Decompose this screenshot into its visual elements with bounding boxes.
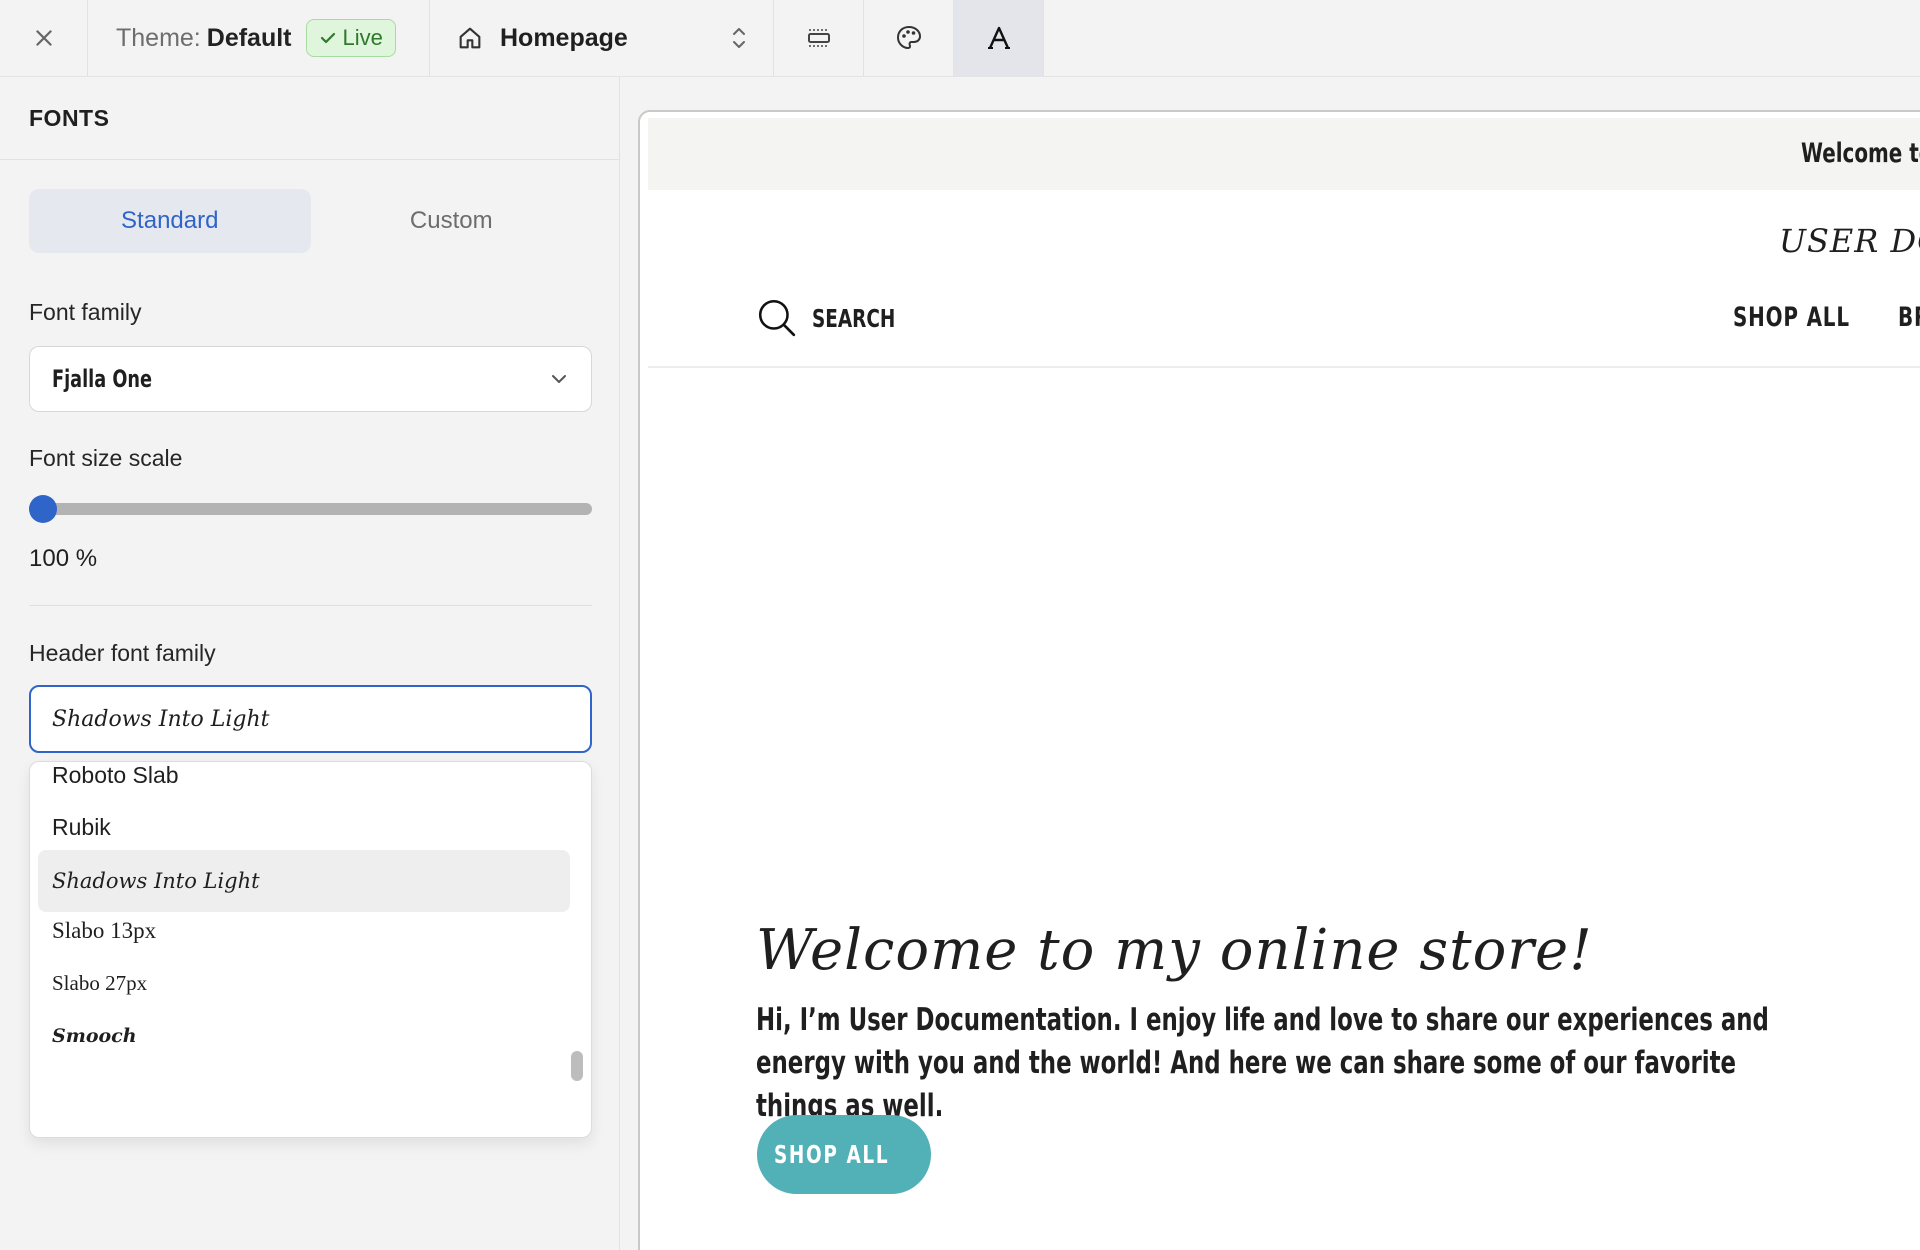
- theme-indicator: Theme: Default Live: [88, 0, 430, 76]
- header-font-family-input[interactable]: Shadows Into Light: [29, 685, 592, 753]
- font-size-scale-label: Font size scale: [29, 445, 183, 471]
- nav-search-label: SEARCH: [812, 303, 896, 333]
- hero-title: Welcome to my online store!: [756, 918, 1593, 983]
- font-size-slider-thumb[interactable]: [29, 495, 57, 523]
- chevron-down-icon: [552, 375, 566, 383]
- typography-icon: [987, 26, 1010, 49]
- nav-shop-all-label: SHOP ALL: [1733, 302, 1850, 333]
- check-icon: [320, 32, 335, 44]
- page-name: Homepage: [500, 23, 628, 52]
- store-preview: Welcome to USER DOCU SEARCH SHOP ALL BR …: [638, 110, 1920, 1250]
- layout-button[interactable]: [774, 0, 864, 76]
- announcement-text: Welcome to: [1801, 138, 1920, 169]
- hero-text: Hi, I’m User Documentation. I enjoy life…: [756, 999, 1776, 1128]
- font-family-label: Font family: [29, 299, 142, 325]
- hero-paragraph: Hi, I’m User Documentation. I enjoy life…: [756, 1002, 1769, 1124]
- fonts-panel: FONTS Standard Custom Font family Fjalla…: [0, 77, 620, 1250]
- theme-label: Theme:: [116, 23, 201, 52]
- dropdown-scrollbar[interactable]: [571, 1051, 583, 1081]
- nav-divider: [648, 366, 1920, 368]
- colors-button[interactable]: [864, 0, 954, 76]
- nav-shop-all[interactable]: SHOP ALL: [1733, 302, 1875, 333]
- font-family-value: Fjalla One: [52, 365, 153, 393]
- font-option-rubik[interactable]: Rubik: [38, 796, 570, 858]
- up-down-chevron-icon: [733, 28, 745, 48]
- nav-item-partial[interactable]: BR: [1898, 302, 1920, 333]
- header-font-dropdown: Roboto Slab Rubik Shadows Into Light Sla…: [29, 761, 592, 1138]
- tab-standard[interactable]: Standard: [29, 189, 311, 253]
- layout-icon: [807, 29, 830, 47]
- hero-shop-all-button[interactable]: SHOP ALL: [757, 1115, 931, 1194]
- panel-title: FONTS: [0, 77, 619, 160]
- divider: [29, 605, 592, 606]
- nav-partial-label: BR: [1898, 302, 1920, 333]
- top-toolbar: Theme: Default Live Homepage: [0, 0, 1920, 77]
- palette-icon: [896, 25, 921, 50]
- home-icon: [456, 24, 484, 52]
- store-logo[interactable]: USER DOCU: [1779, 222, 1920, 260]
- theme-name: Default: [206, 23, 292, 52]
- header-font-family-label: Header font family: [29, 640, 216, 666]
- live-label: Live: [342, 25, 383, 50]
- tab-custom[interactable]: Custom: [311, 189, 593, 253]
- hero-button-label: SHOP ALL: [773, 1140, 889, 1169]
- search-icon: [758, 299, 796, 337]
- page-selector[interactable]: Homepage: [430, 0, 774, 76]
- fonts-button[interactable]: [954, 0, 1044, 76]
- nav-search[interactable]: SEARCH: [756, 297, 914, 339]
- announcement-bar: Welcome to: [648, 118, 1920, 190]
- font-type-tabs: Standard Custom: [29, 189, 592, 253]
- font-family-select[interactable]: Fjalla One: [29, 346, 592, 412]
- live-badge: Live: [305, 19, 396, 57]
- font-option-smooch[interactable]: Smooch: [38, 1005, 570, 1067]
- close-button[interactable]: [0, 0, 88, 76]
- font-size-slider-track[interactable]: [29, 503, 592, 515]
- font-size-scale-value: 100 %: [29, 545, 98, 572]
- close-icon: [35, 30, 52, 46]
